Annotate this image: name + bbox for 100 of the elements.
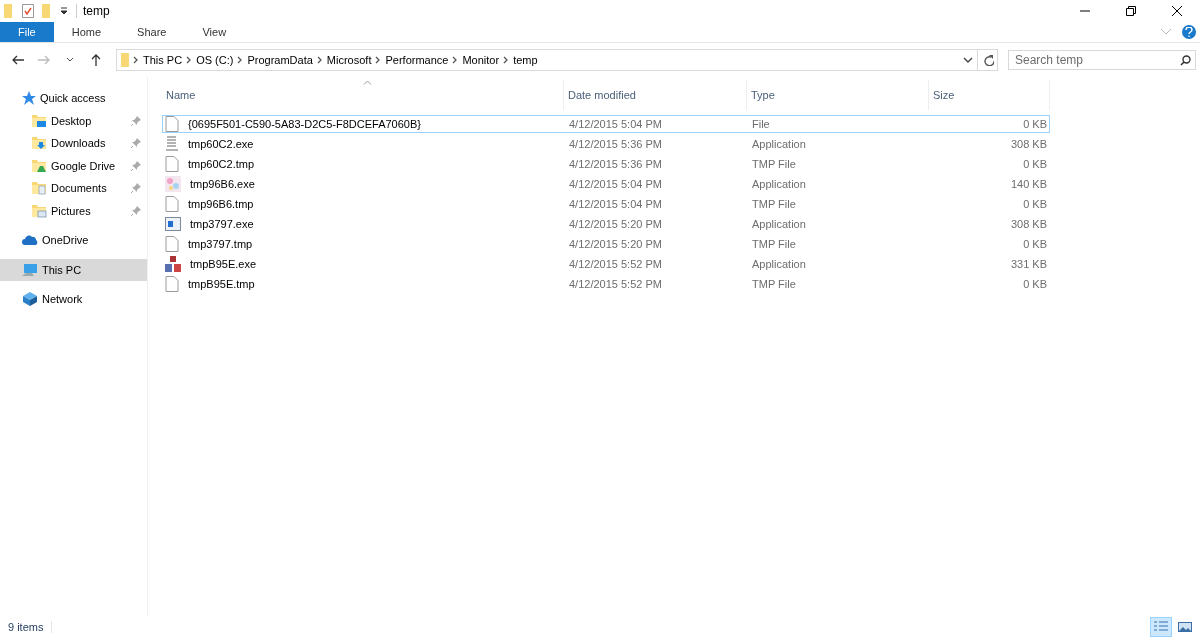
- sidebar-item[interactable]: Quick access: [0, 87, 147, 110]
- file-name: tmp96B6.exe: [189, 178, 255, 190]
- address-bar[interactable]: This PC OS (C:) ProgramData Microsoft Performance Monitor temp: [116, 49, 998, 71]
- size-cell-text: 331 KB: [1009, 258, 1048, 270]
- file-icon: [165, 156, 179, 172]
- pin-icon[interactable]: [131, 160, 141, 171]
- type-cell-text: TMP File: [751, 198, 797, 210]
- size-cell-text: 0 KB: [1022, 118, 1048, 130]
- breadcrumb[interactable]: This PC: [143, 54, 183, 66]
- search-box[interactable]: Search temp: [1008, 50, 1196, 70]
- ribbon-tab[interactable]: View: [184, 22, 245, 42]
- date-cell-text: 4/12/2015 5:52 PM: [568, 258, 663, 270]
- type-cell-text: Application: [751, 218, 807, 230]
- date-cell-text: 4/12/2015 5:04 PM: [568, 118, 663, 130]
- dropdown-icon[interactable]: [60, 7, 68, 15]
- file-row[interactable]: tmp96B6.exe 4/12/2015 5:04 PM Application 140 KB: [162, 175, 1050, 193]
- sidebar-label: Pictures: [51, 204, 92, 217]
- pin-icon[interactable]: [131, 183, 141, 194]
- file-icon: [165, 236, 179, 252]
- sidebar-label: This PC: [42, 263, 83, 276]
- file-icon: [165, 276, 179, 292]
- file-menu-tab[interactable]: File: [0, 22, 54, 42]
- file-name: tmpB95E.tmp: [187, 278, 255, 290]
- pin-icon[interactable]: [131, 138, 141, 149]
- ribbon-tab[interactable]: Share: [119, 22, 185, 42]
- breadcrumb[interactable]: temp: [513, 54, 538, 66]
- column-header[interactable]: Date modified: [564, 80, 747, 110]
- sidebar-item[interactable]: OneDrive: [0, 229, 147, 252]
- sidebar-label: Desktop: [51, 114, 93, 127]
- column-header[interactable]: Type: [747, 80, 929, 110]
- chevron-right-icon: [186, 56, 193, 64]
- sidebar-item[interactable]: Downloads: [0, 132, 147, 155]
- dropdown-icon[interactable]: [963, 56, 973, 64]
- date-cell-text: 4/12/2015 5:20 PM: [568, 238, 663, 250]
- sidebar-item[interactable]: Desktop: [0, 109, 147, 132]
- large-icons-view-icon: [1178, 621, 1192, 633]
- expand-ribbon-icon[interactable]: [1160, 28, 1172, 36]
- type-cell-text: TMP File: [751, 158, 797, 170]
- downloads-folder-icon: [31, 136, 47, 151]
- chevron-right-icon: [316, 56, 323, 64]
- breadcrumb[interactable]: OS (C:): [196, 54, 234, 66]
- file-row[interactable]: tmp60C2.tmp 4/12/2015 5:36 PM TMP File 0 KB: [162, 155, 1050, 173]
- size-cell-text: 0 KB: [1022, 238, 1048, 250]
- column-header[interactable]: Size: [929, 80, 1050, 110]
- date-cell-text: 4/12/2015 5:20 PM: [568, 218, 663, 230]
- item-count: 9 items: [8, 621, 53, 633]
- sidebar-item[interactable]: Network: [0, 288, 147, 311]
- type-cell-text: TMP File: [751, 238, 797, 250]
- sidebar-label: Downloads: [51, 137, 107, 150]
- breadcrumb[interactable]: Microsoft: [326, 54, 372, 66]
- up-arrow-icon: [91, 54, 101, 66]
- breadcrumb[interactable]: Monitor: [462, 54, 500, 66]
- size-cell-text: 140 KB: [1009, 178, 1048, 190]
- file-row[interactable]: tmp60C2.exe 4/12/2015 5:36 PM Application 308 KB: [162, 135, 1050, 153]
- refresh-icon: [981, 54, 994, 66]
- file-row[interactable]: tmp3797.exe 4/12/2015 5:20 PM Application 308 KB: [162, 215, 1050, 233]
- file-name: {0695F501-C590-5A83-D2C5-F8DCEFA7060B}: [187, 118, 421, 130]
- date-cell-text: 4/12/2015 5:04 PM: [568, 198, 663, 210]
- breadcrumb[interactable]: ProgramData: [247, 54, 313, 66]
- chevron-right-icon: [375, 56, 382, 64]
- file-row[interactable]: tmp3797.tmp 4/12/2015 5:20 PM TMP File 0 KB: [162, 235, 1050, 253]
- file-row[interactable]: tmpB95E.exe 4/12/2015 5:52 PM Application 331 KB: [162, 255, 1050, 273]
- file-name: tmp3797.tmp: [187, 238, 253, 250]
- file-row[interactable]: tmp96B6.tmp 4/12/2015 5:04 PM TMP File 0 KB: [162, 195, 1050, 213]
- new-folder-icon[interactable]: [42, 4, 52, 18]
- star-icon: [22, 91, 36, 106]
- pin-icon[interactable]: [131, 205, 141, 216]
- refresh-button[interactable]: [977, 50, 997, 70]
- sidebar-item[interactable]: Documents: [0, 177, 147, 200]
- ribbon-tab[interactable]: Home: [53, 22, 120, 42]
- sidebar-label: OneDrive: [42, 234, 90, 247]
- sidebar-label: Network: [42, 293, 84, 306]
- size-cell-text: 0 KB: [1022, 158, 1048, 170]
- file-name: tmp3797.exe: [189, 218, 254, 230]
- sidebar-item[interactable]: Pictures: [0, 199, 147, 222]
- breadcrumb[interactable]: Performance: [385, 54, 449, 66]
- folder-icon: [4, 4, 14, 18]
- document-app-icon: [165, 136, 179, 152]
- window-app-icon: [165, 217, 181, 231]
- blocks-app-icon: [165, 256, 181, 272]
- sidebar-label: Quick access: [40, 92, 107, 105]
- cloud-icon: [22, 234, 38, 247]
- close-icon: [1172, 6, 1182, 16]
- pin-icon[interactable]: [131, 115, 141, 126]
- size-cell-text: 308 KB: [1009, 218, 1048, 230]
- help-icon[interactable]: [1182, 25, 1196, 39]
- column-header[interactable]: Name: [162, 80, 564, 110]
- file-name: tmp60C2.exe: [187, 138, 254, 150]
- pictures-folder-icon: [31, 203, 47, 218]
- sidebar-item[interactable]: This PC: [0, 258, 147, 281]
- file-name: tmp60C2.tmp: [187, 158, 255, 170]
- chevron-right-icon: [133, 56, 139, 64]
- file-name: tmpB95E.exe: [189, 258, 257, 270]
- drive-folder-icon: [31, 158, 47, 173]
- sidebar-item[interactable]: Google Drive: [0, 154, 147, 177]
- properties-icon[interactable]: [22, 4, 34, 18]
- file-row[interactable]: tmpB95E.tmp 4/12/2015 5:52 PM TMP File 0 KB: [162, 275, 1050, 293]
- details-view-icon: [1154, 621, 1168, 633]
- sort-ascending-icon: [362, 80, 372, 85]
- file-row[interactable]: {0695F501-C590-5A83-D2C5-F8DCEFA7060B} 4/12/2015 5:04 PM File 0 KB: [162, 115, 1050, 133]
